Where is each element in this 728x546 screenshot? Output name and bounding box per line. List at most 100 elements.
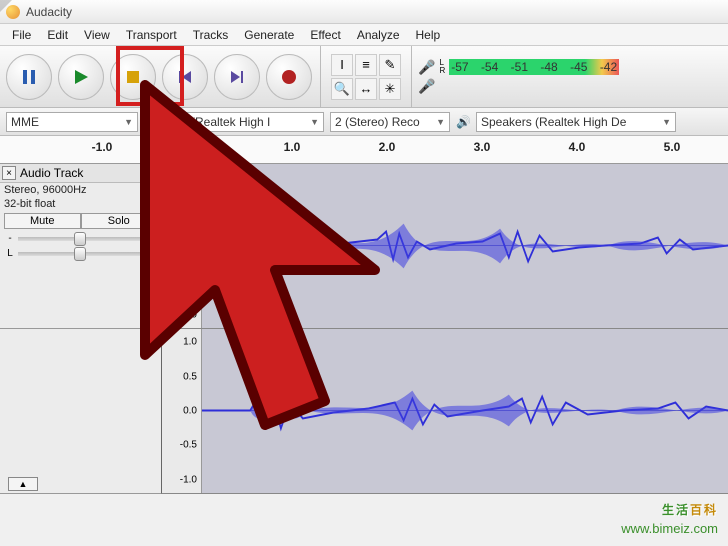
meter-tick: -48 [540, 60, 557, 74]
device-toolbar: MME▼ 🎤 Mix (Realtek High I▼ 2 (Stereo) R… [0, 108, 728, 136]
waveform-channel-right: 1.0 0.5 0.0 -0.5 -1.0 [162, 329, 728, 494]
record-button[interactable] [266, 54, 312, 100]
menu-generate[interactable]: Generate [236, 26, 302, 44]
meter-tick: -54 [481, 60, 498, 74]
recording-meter[interactable]: -57 -54 -51 -48 -45 -42 [449, 59, 619, 75]
draw-tool-icon[interactable]: ✎ [379, 54, 401, 76]
mute-button[interactable]: Mute [4, 213, 81, 229]
track-control-panel: × Audio Track ▼ Stereo, 96000Hz 32-bit f… [0, 164, 162, 329]
vscale-label: 0.5 [183, 206, 197, 217]
menu-edit[interactable]: Edit [39, 26, 76, 44]
toolbar: I ≡ ✎ 🔍 ↔ ✳ 🎤 LR -57 -54 -51 -48 -45 -42… [0, 46, 728, 108]
pan-right-label: R [147, 248, 155, 259]
pan-left-label: L [6, 248, 14, 259]
multi-tool-icon[interactable]: ✳ [379, 78, 401, 100]
solo-button[interactable]: Solo [81, 213, 158, 229]
vertical-scale: 1.0 0.5 0.0 -0.5 -1.0 [162, 329, 202, 493]
meter-tick: -42 [600, 60, 617, 74]
track-collapse-button[interactable]: ▲ [8, 477, 38, 491]
menu-help[interactable]: Help [408, 26, 449, 44]
track-format-line2: 32-bit float [0, 197, 161, 211]
timeline-label: 2.0 [379, 140, 396, 154]
timeline-scale: -1.00.01.02.03.04.05.0 [162, 136, 728, 163]
watermark-text-2: 百科 [690, 503, 718, 517]
vscale-label: -0.5 [180, 440, 197, 451]
vscale-label: -1.0 [180, 474, 197, 485]
audio-host-combo[interactable]: MME▼ [6, 112, 138, 132]
envelope-tool-icon[interactable]: ≡ [355, 54, 377, 76]
window-title: Audacity [26, 5, 72, 19]
gain-min-label: - [6, 233, 14, 244]
recording-device-combo[interactable]: Mix (Realtek High I▼ [164, 112, 324, 132]
menu-file[interactable]: File [4, 26, 39, 44]
vscale-label: -0.5 [180, 275, 197, 286]
mic-icon: 🎤 [418, 59, 435, 76]
track-close-button[interactable]: × [2, 166, 16, 180]
pan-slider[interactable]: L R [6, 248, 155, 259]
track-control-panel-collapsed: ▲ [0, 329, 162, 494]
recording-channels-label: 2 (Stereo) Reco [335, 115, 420, 129]
menu-analyze[interactable]: Analyze [349, 26, 408, 44]
track-format-line1: Stereo, 96000Hz [0, 183, 161, 197]
timeline-label: 4.0 [569, 140, 586, 154]
vscale-label: 0.5 [183, 371, 197, 382]
menu-tracks[interactable]: Tracks [185, 26, 237, 44]
menu-effect[interactable]: Effect [302, 26, 348, 44]
track-name-dropdown[interactable]: Audio Track ▼ [18, 165, 161, 181]
vscale-label: 1.0 [183, 172, 197, 183]
timeline-label: -1.0 [92, 140, 113, 154]
watermark-text-1: 生活 [662, 503, 690, 517]
chevron-down-icon: ▼ [436, 117, 445, 127]
chevron-down-icon: ▼ [662, 117, 671, 127]
audio-track: × Audio Track ▼ Stereo, 96000Hz 32-bit f… [0, 164, 728, 329]
vertical-scale: 1.0 0.5 0.0 -0.5 -1.0 [162, 164, 202, 328]
playback-device-combo[interactable]: Speakers (Realtek High De ▼ [476, 112, 676, 132]
playhead[interactable] [196, 136, 198, 150]
meter-tick: -51 [511, 60, 528, 74]
recording-channels-combo[interactable]: 2 (Stereo) Reco ▼ [330, 112, 450, 132]
playback-device-label: Speakers (Realtek High De [481, 115, 626, 129]
watermark: 生活百科 www.bimeiz.com [621, 489, 718, 536]
stop-button[interactable] [110, 54, 156, 100]
vscale-label: -1.0 [180, 309, 197, 320]
meter-ticks: -57 -54 -51 -48 -45 -42 [449, 59, 619, 75]
mic-device-icon: 🎤 [144, 115, 158, 129]
meter-tick: -57 [451, 60, 468, 74]
waveform-display[interactable] [202, 164, 728, 328]
meter-area: 🎤 LR -57 -54 -51 -48 -45 -42 🎤 [412, 59, 625, 95]
gain-slider[interactable]: - + [6, 233, 155, 244]
track-area: × Audio Track ▼ Stereo, 96000Hz 32-bit f… [0, 164, 728, 494]
menu-transport[interactable]: Transport [118, 26, 185, 44]
chevron-down-icon: ▼ [124, 117, 133, 127]
timeshift-tool-icon[interactable]: ↔ [355, 78, 377, 100]
timeline[interactable]: -1.00.01.02.03.04.05.0 [0, 136, 728, 164]
menu-view[interactable]: View [76, 26, 118, 44]
selection-tool-icon[interactable]: I [331, 54, 353, 76]
speaker-device-icon: 🔊 [456, 115, 470, 129]
recording-device-label: Mix (Realtek High I [169, 115, 270, 129]
track-name-label: Audio Track [20, 166, 83, 180]
zoom-tool-icon[interactable]: 🔍 [331, 78, 353, 100]
vscale-label: 1.0 [183, 337, 197, 348]
vscale-label: 0.0 [183, 241, 197, 252]
vscale-label: 0.0 [183, 406, 197, 417]
chevron-down-icon: ▼ [150, 168, 159, 178]
skip-end-button[interactable] [214, 54, 260, 100]
pan-thumb[interactable] [74, 247, 86, 261]
mic-lr-label: LR [439, 59, 445, 75]
selection-toolbox: I ≡ ✎ 🔍 ↔ ✳ [321, 46, 412, 107]
watermark-url: www.bimeiz.com [621, 521, 718, 536]
menubar: File Edit View Transport Tracks Generate… [0, 24, 728, 46]
audio-track-right: ▲ 1.0 0.5 0.0 -0.5 -1.0 [0, 329, 728, 494]
skip-start-button[interactable] [162, 54, 208, 100]
gain-max-label: + [147, 233, 155, 244]
timeline-label: 1.0 [284, 140, 301, 154]
titlebar: Audacity [0, 0, 728, 24]
play-button[interactable] [58, 54, 104, 100]
timeline-label: 3.0 [474, 140, 491, 154]
mic-icon-2: 🎤 [418, 78, 435, 95]
corner-fold [0, 0, 12, 12]
pause-button[interactable] [6, 54, 52, 100]
waveform-display[interactable] [202, 329, 728, 493]
gain-thumb[interactable] [74, 232, 86, 246]
